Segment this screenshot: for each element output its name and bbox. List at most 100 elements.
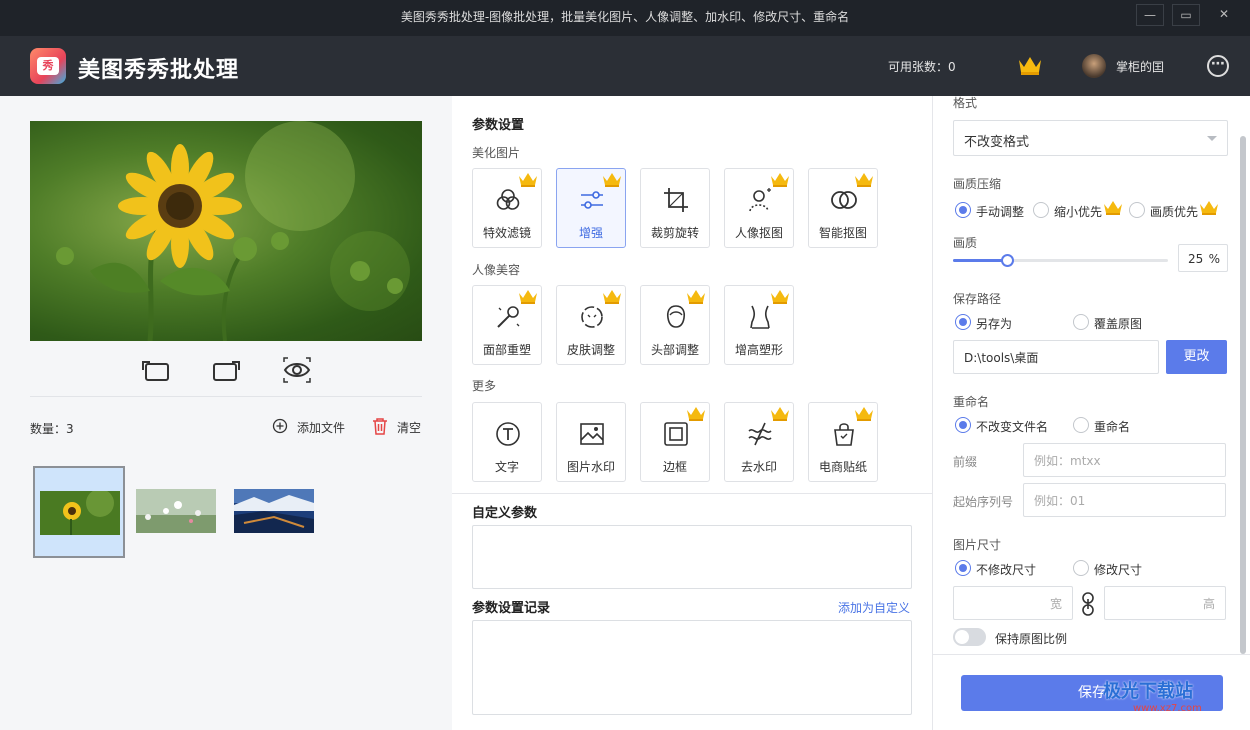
tool-sticker[interactable]: 电商贴纸 [808,402,878,482]
thumbnail-item[interactable] [229,466,321,558]
history-box[interactable] [472,620,912,715]
tool-skin[interactable]: 皮肤调整 [556,285,626,365]
vip-crown-icon [771,173,789,187]
preview-eye-icon[interactable] [282,356,312,384]
radio-dot [1129,202,1145,218]
format-select[interactable]: 不改变格式 [953,120,1228,156]
quality-input[interactable]: 25 % [1178,244,1228,272]
height-suffix: 高 [1202,597,1215,611]
avatar[interactable] [1082,54,1106,78]
start-number-placeholder: 例如：01 [1034,494,1086,508]
filter-icon [496,189,520,210]
tool-label: 皮肤调整 [566,343,615,357]
tool-label: 面部重塑 [482,343,531,357]
custom-params-title: 自定义参数 [472,506,538,521]
sunflower-preview-image [56,121,410,341]
close-button[interactable]: ✕ [1210,4,1238,26]
more-menu-icon[interactable]: ⋯ [1207,55,1229,77]
radio-dot [1073,314,1089,330]
slider-handle[interactable] [1001,254,1014,267]
quota-label: 可用张数：0 [888,60,956,74]
group-title-portrait: 人像美容 [472,263,521,277]
watermark-url: www.xz7.com [1133,703,1202,714]
start-number-input[interactable]: 例如：01 [1023,483,1226,517]
toggle-knob [955,630,969,644]
tool-label: 特效滤镜 [482,226,531,240]
trash-icon [373,418,387,435]
vip-crown-icon [519,173,537,187]
prefix-input[interactable]: 例如：mtxx [1023,443,1226,477]
chevron-down-icon [1207,136,1217,141]
vip-crown-icon[interactable] [1017,54,1043,76]
prefix-placeholder: 例如：mtxx [1034,454,1101,468]
rotate-left-icon[interactable] [140,356,170,384]
username[interactable]: 掌柜的囯 [1116,58,1164,75]
tool-text[interactable]: 文字 [472,402,542,482]
radio-dot [1073,560,1089,576]
clear-label: 清空 [397,421,422,435]
remove-watermark-icon [748,422,772,446]
enhance-icon [581,191,603,209]
tool-label: 文字 [494,460,519,474]
radio-dot [955,314,971,330]
quality-slider[interactable] [953,254,1168,267]
radio-dot [1073,417,1089,433]
text-icon [496,422,520,446]
tool-label: 增高塑形 [734,343,783,357]
minimize-button[interactable]: — [1136,4,1164,26]
maximize-button[interactable]: ▭ [1172,4,1200,26]
save-path-input[interactable]: D:\tools\桌面 [953,340,1159,374]
tool-enhance[interactable]: 增强 [556,168,626,248]
tool-body-shape[interactable]: 增高塑形 [724,285,794,365]
width-input[interactable]: 宽 [953,586,1073,620]
thumbnail-landscape [234,489,314,533]
width-suffix: 宽 [1049,597,1062,611]
skin-icon [581,306,603,328]
rotate-right-icon[interactable] [212,356,242,384]
radio-dot [955,417,971,433]
vip-crown-icon [687,407,705,421]
image-count: 数量：3 [30,422,74,436]
prefix-label: 前缀 [953,455,978,469]
height-input[interactable]: 高 [1104,586,1226,620]
tool-label: 电商贴纸 [818,460,867,474]
tool-smart-cutout[interactable]: 智能抠图 [808,168,878,248]
radio-label: 另存为 [976,317,1013,331]
tool-label: 边框 [662,460,687,474]
radio-label: 缩小优先 [1054,205,1103,219]
divider [30,396,422,397]
tool-label: 人像抠图 [734,226,783,240]
tool-image-watermark[interactable]: 图片水印 [556,402,626,482]
radio-label: 不修改尺寸 [976,563,1037,577]
quality-value: 25 [1188,252,1204,266]
slider-fill [953,259,1007,262]
tool-face-reshape[interactable]: 面部重塑 [472,285,542,365]
group-title-more: 更多 [472,379,497,393]
tool-remove-watermark[interactable]: 去水印 [724,402,794,482]
thumbnail-white-flowers [136,489,216,533]
app-title: 美图秀秀批处理 [78,58,240,83]
app-logo: 秀 [30,48,66,84]
tool-portrait-cutout[interactable]: 人像抠图 [724,168,794,248]
radio-dot [955,202,971,218]
keep-ratio-toggle[interactable] [953,628,986,646]
image-watermark-icon [580,423,604,445]
tool-head[interactable]: 头部调整 [640,285,710,365]
thumbnail-item[interactable] [33,466,125,558]
custom-params-box[interactable] [472,525,912,589]
vip-crown-icon [1104,201,1122,215]
window-titlebar: 美图秀秀批处理-图像批处理，批量美化图片、人像调整、加水印、修改尺寸、重命名 —… [0,0,1250,36]
change-path-button[interactable]: 更改 [1166,340,1227,374]
scrollbar[interactable] [1240,136,1246,654]
tool-crop[interactable]: 裁剪旋转 [640,168,710,248]
radio-dot [955,560,971,576]
image-size-label: 图片尺寸 [953,538,1002,552]
thumbnail-item[interactable] [131,466,223,558]
add-custom-link[interactable]: 添加为自定义 [838,599,910,616]
tool-label: 裁剪旋转 [650,226,699,240]
preview-toolbar [0,354,452,388]
tool-border[interactable]: 边框 [640,402,710,482]
group-title-beautify: 美化图片 [472,146,521,160]
tool-filter[interactable]: 特效滤镜 [472,168,542,248]
link-icon[interactable] [1081,592,1095,616]
